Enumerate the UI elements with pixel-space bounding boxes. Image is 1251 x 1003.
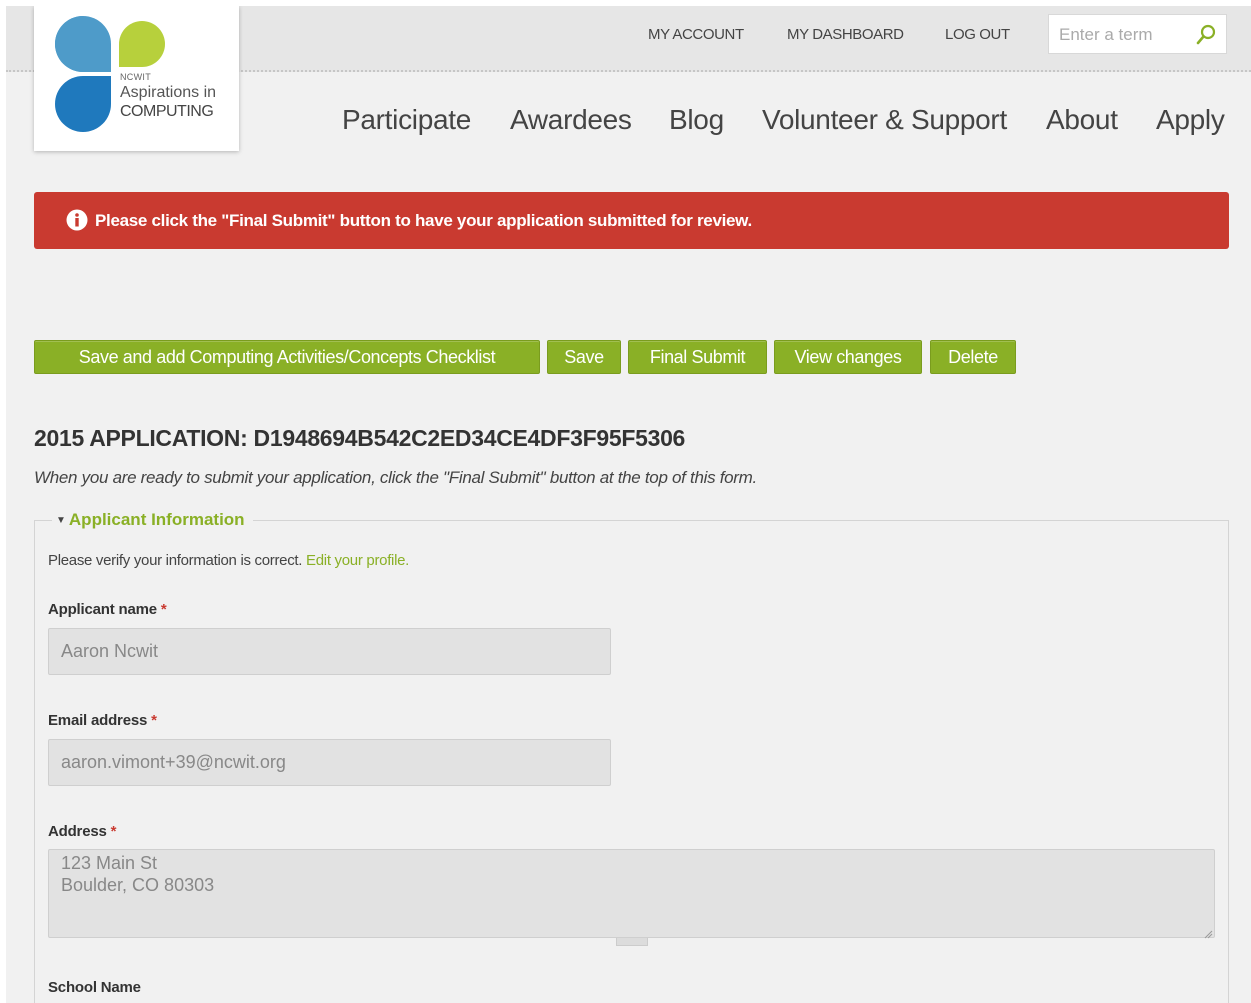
nav-volunteer-support[interactable]: Volunteer & Support [762,104,1007,136]
applicant-name-field[interactable] [48,628,611,675]
view-changes-button[interactable]: View changes [774,340,922,374]
verify-text: Please verify your information is correc… [48,552,303,569]
required-marker: * [151,712,157,729]
nav-blog[interactable]: Blog [669,104,724,136]
required-marker: * [110,823,117,840]
required-marker: * [160,601,167,618]
school-name-label: School Name [48,979,141,996]
submit-instructions: When you are ready to submit your applic… [34,468,757,487]
address-label-text: Address [48,823,107,840]
submit-alert: Please click the "Final Submit" button t… [34,192,1229,249]
final-submit-button[interactable]: Final Submit [628,340,767,374]
nav-apply[interactable]: Apply [1156,104,1225,136]
save-and-add-checklist-button[interactable]: Save and add Computing Activities/Concep… [34,340,540,374]
delete-button[interactable]: Delete [930,340,1016,374]
verify-note: Please verify your information is correc… [48,552,409,569]
nav-awardees[interactable]: Awardees [510,104,632,136]
edit-profile-link[interactable]: Edit your profile. [306,552,409,569]
my-account-link[interactable]: MY ACCOUNT [648,26,744,43]
logo-org: NCWIT [120,72,151,82]
email-address-field[interactable] [48,739,611,786]
address-label: Address * [48,823,116,840]
resize-handle[interactable] [616,938,648,946]
logo-line1: Aspirations in [120,84,217,101]
search-icon[interactable] [1196,24,1216,46]
info-icon [66,209,88,231]
applicant-name-label-text: Applicant name [48,601,157,618]
email-address-label: Email address * [48,712,157,729]
legend-label: Applicant Information [68,510,245,529]
search-input[interactable] [1059,23,1189,47]
page-title: 2015 APPLICATION: D1948694B542C2ED34CE4D… [34,425,686,451]
my-dashboard-link[interactable]: MY DASHBOARD [787,26,904,43]
applicant-name-label: Applicant name * [48,601,167,618]
applicant-information-legend[interactable]: ▼ Applicant Information [52,510,253,530]
alert-message: Please click the "Final Submit" button t… [95,211,752,230]
save-button[interactable]: Save [547,340,621,374]
page: MY ACCOUNT MY DASHBOARD LOG OUT NCWIT As… [6,6,1251,1003]
logo-line2: COMPUTING [120,103,214,120]
nav-about[interactable]: About [1046,104,1118,136]
nav-participate[interactable]: Participate [342,104,471,136]
resize-corner-icon[interactable] [1204,926,1213,939]
log-out-link[interactable]: LOG OUT [945,26,1010,43]
caret-down-icon: ▼ [56,515,66,527]
email-address-label-text: Email address [48,712,148,729]
search-box [1048,14,1227,54]
logo[interactable]: NCWIT Aspirations in COMPUTING [34,6,239,151]
address-field[interactable]: 123 Main St Boulder, CO 80303 [48,849,1215,938]
